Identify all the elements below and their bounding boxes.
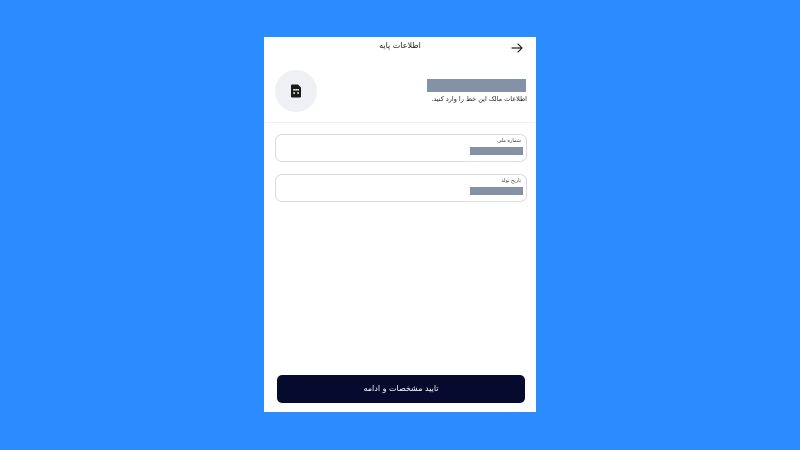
national-id-label: شماره ملی (497, 138, 521, 144)
app-screen: اطلاعات پایه اطلاعات مالک این خط را وارد… (264, 37, 536, 412)
birth-date-label: تاریخ تولد (501, 178, 521, 184)
sim-card-icon (291, 84, 301, 98)
national-id-value-redacted (470, 147, 523, 155)
owner-name-redacted (427, 79, 526, 92)
page-title: اطلاعات پایه (379, 41, 421, 50)
top-bar: اطلاعات پایه (264, 37, 536, 57)
confirm-continue-button[interactable]: تایید مشخصات و ادامه (277, 375, 525, 403)
national-id-field[interactable]: شماره ملی (275, 134, 527, 162)
birth-date-value-redacted (470, 187, 523, 195)
avatar (275, 70, 317, 112)
birth-date-field[interactable]: تاریخ تولد (275, 174, 527, 202)
screen-background: اطلاعات پایه اطلاعات مالک این خط را وارد… (0, 0, 800, 450)
arrow-right-icon (511, 43, 523, 53)
owner-hint-text: اطلاعات مالک این خط را وارد کنید. (431, 95, 527, 103)
divider (264, 122, 536, 123)
back-button[interactable] (510, 40, 524, 54)
